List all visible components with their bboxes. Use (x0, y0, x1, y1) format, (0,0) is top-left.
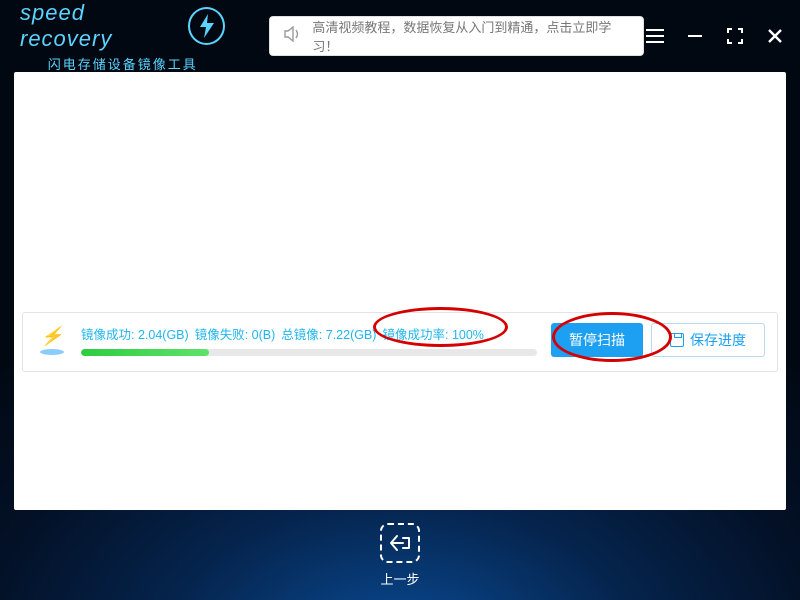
save-icon (670, 333, 684, 347)
logo-subtitle: 闪电存储设备镜像工具 (48, 54, 198, 73)
app-header: speed recovery 闪电存储设备镜像工具 高清视频教程，数据恢复从入门… (0, 0, 800, 72)
save-progress-button[interactable]: 保存进度 (651, 323, 765, 357)
footer-nav: 上一步 (0, 523, 800, 588)
speaker-icon (284, 26, 302, 47)
stat-rate: 镜像成功率: 100% (382, 324, 483, 343)
window-controls (644, 25, 786, 47)
progress-bar-fill (81, 349, 209, 356)
pause-scan-button[interactable]: 暂停扫描 (551, 323, 643, 357)
minimize-button[interactable] (684, 25, 706, 47)
bolt-icon (188, 7, 225, 45)
disk-icon: ⚡ (35, 323, 69, 357)
fullscreen-button[interactable] (724, 25, 746, 47)
progress-stats: 镜像成功: 2.04(GB) 镜像失败: 0(B) 总镜像: 7.22(GB) … (81, 324, 537, 343)
promo-text: 高清视频教程，数据恢复从入门到精通，点击立即学习！ (312, 17, 629, 55)
progress-panel: ⚡ 镜像成功: 2.04(GB) 镜像失败: 0(B) 总镜像: 7.22(GB… (22, 312, 778, 372)
stat-total: 总镜像: 7.22(GB) (281, 324, 376, 343)
logo-text: speed recovery (20, 0, 180, 52)
promo-banner[interactable]: 高清视频教程，数据恢复从入门到精通，点击立即学习！ (269, 16, 644, 56)
back-label: 上一步 (380, 569, 419, 588)
menu-icon[interactable] (644, 25, 666, 47)
back-arrow-icon (389, 534, 411, 552)
stat-success: 镜像成功: 2.04(GB) (81, 324, 189, 343)
close-button[interactable] (764, 25, 786, 47)
stat-fail: 镜像失败: 0(B) (195, 324, 276, 343)
main-panel: ⚡ 镜像成功: 2.04(GB) 镜像失败: 0(B) 总镜像: 7.22(GB… (14, 72, 786, 510)
back-button[interactable]: 上一步 (380, 523, 420, 588)
app-logo: speed recovery 闪电存储设备镜像工具 (20, 0, 225, 73)
progress-bar (81, 349, 537, 356)
